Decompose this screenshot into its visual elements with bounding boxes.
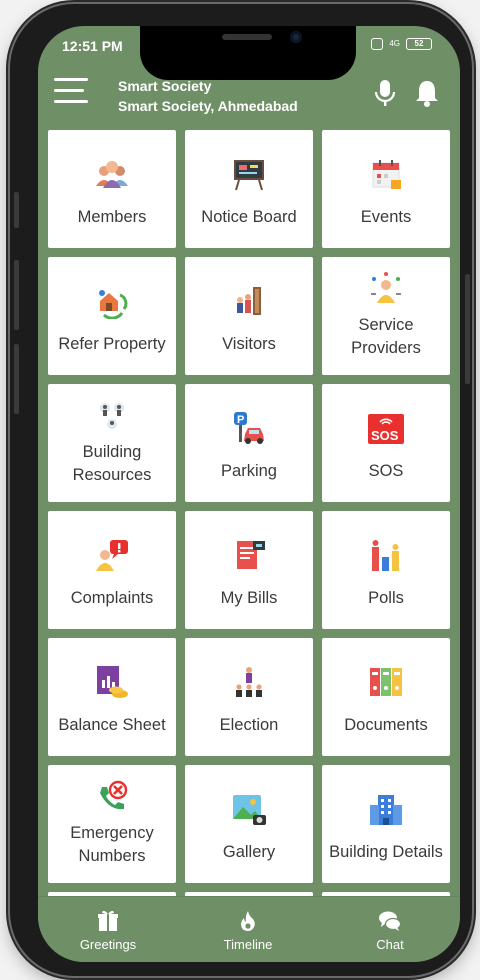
timeline-icon	[241, 911, 255, 931]
volume-up-button	[14, 260, 19, 330]
tile-service-providers[interactable]: Service Providers	[322, 257, 450, 375]
notification-bell-icon[interactable]	[412, 78, 442, 108]
bottom-nav: Greetings Timeline Chat	[38, 896, 460, 962]
tile-label: SOS	[368, 461, 404, 480]
mic-icon[interactable]	[372, 78, 398, 108]
tile-my-bills[interactable]: My Bills	[185, 511, 313, 629]
network-icon: 4G	[389, 39, 400, 48]
complaints-icon	[96, 540, 128, 571]
notch	[140, 26, 356, 80]
gallery-icon	[233, 795, 266, 825]
status-icons: 4G 52	[371, 38, 432, 50]
tile-label: Building Resources	[72, 443, 152, 484]
speaker	[222, 34, 272, 40]
service-providers-icon	[371, 272, 401, 303]
tile-label: Visitors	[222, 334, 276, 353]
tile-gallery[interactable]: Gallery	[185, 765, 313, 883]
refer-property-icon	[99, 290, 128, 319]
tile-label: Balance Sheet	[58, 715, 166, 734]
tile-label: My Bills	[220, 588, 278, 607]
balance-sheet-icon	[97, 666, 128, 698]
election-icon	[236, 667, 262, 697]
nav-label: Chat	[376, 937, 404, 952]
bills-icon	[237, 541, 265, 569]
nav-timeline[interactable]: Timeline	[198, 909, 298, 952]
tile-refer-property[interactable]: Refer Property	[48, 257, 176, 375]
society-location: Smart Society, Ahmedabad	[118, 98, 298, 114]
members-icon	[96, 161, 128, 188]
nav-chat[interactable]: Chat	[340, 909, 440, 952]
tile-election[interactable]: Election	[185, 638, 313, 756]
nav-label: Greetings	[79, 937, 137, 952]
tile-label: Documents	[344, 715, 428, 734]
tile-label: Service Providers	[351, 316, 421, 357]
chat-icon	[379, 911, 402, 931]
tile-documents[interactable]: Documents	[322, 638, 450, 756]
battery-icon: 52	[406, 38, 432, 50]
tile-label: Events	[360, 207, 412, 226]
tile-label: Building Details	[329, 842, 443, 861]
tile-visitors[interactable]: Visitors	[185, 257, 313, 375]
sos-icon: SOS	[368, 414, 404, 444]
tile-notice-board[interactable]: Notice Board	[185, 130, 313, 248]
tile-label: Notice Board	[201, 207, 297, 226]
svg-text:P: P	[237, 414, 244, 426]
tile-building-details[interactable]: Building Details	[322, 765, 450, 883]
notification-icon	[371, 38, 384, 50]
parking-icon: P	[234, 412, 264, 444]
notice-board-icon	[234, 160, 264, 191]
documents-icon	[370, 668, 402, 696]
tile-complaints[interactable]: Complaints	[48, 511, 176, 629]
tile-label: Members	[77, 207, 147, 226]
tile-label: Election	[219, 715, 279, 734]
tile-balance-sheet[interactable]: Balance Sheet	[48, 638, 176, 756]
tile-label: Gallery	[222, 842, 276, 861]
building-details-icon	[370, 795, 402, 825]
volume-down-button	[14, 344, 19, 414]
silent-switch	[14, 192, 19, 228]
nav-label: Timeline	[223, 937, 273, 952]
status-time: 12:51 PM	[62, 38, 123, 54]
tile-label: Parking	[221, 461, 277, 480]
visitors-icon	[237, 287, 261, 315]
tile-label: Refer Property	[58, 334, 166, 353]
svg-text:SOS: SOS	[371, 428, 399, 443]
menu-icon[interactable]	[54, 78, 88, 106]
building-resources-icon	[100, 403, 124, 429]
tile-polls[interactable]: Polls	[322, 511, 450, 629]
greetings-icon	[98, 910, 118, 931]
front-camera	[290, 31, 302, 43]
tile-members[interactable]: Members	[48, 130, 176, 248]
events-calendar-icon	[372, 160, 401, 189]
polls-icon	[372, 540, 399, 571]
tile-emergency-numbers[interactable]: Emergency Numbers	[48, 765, 176, 883]
tile-events[interactable]: Events	[322, 130, 450, 248]
tile-sos[interactable]: SOS SOS	[322, 384, 450, 502]
feature-grid: Members Notice Board Events Refer Proper…	[48, 130, 450, 904]
tile-label: Emergency Numbers	[70, 824, 154, 865]
tile-label: Polls	[368, 588, 404, 607]
tile-building-resources[interactable]: Building Resources	[48, 384, 176, 502]
app-screen: 12:51 PM 4G 52 Smart Society Smart Socie…	[38, 26, 460, 962]
tile-label: Complaints	[70, 588, 154, 607]
header-title: Smart Society Smart Society, Ahmedabad	[118, 76, 298, 116]
emergency-numbers-icon	[100, 780, 128, 810]
tile-parking[interactable]: P Parking	[185, 384, 313, 502]
power-button	[465, 274, 470, 384]
nav-greetings[interactable]: Greetings	[58, 909, 158, 952]
